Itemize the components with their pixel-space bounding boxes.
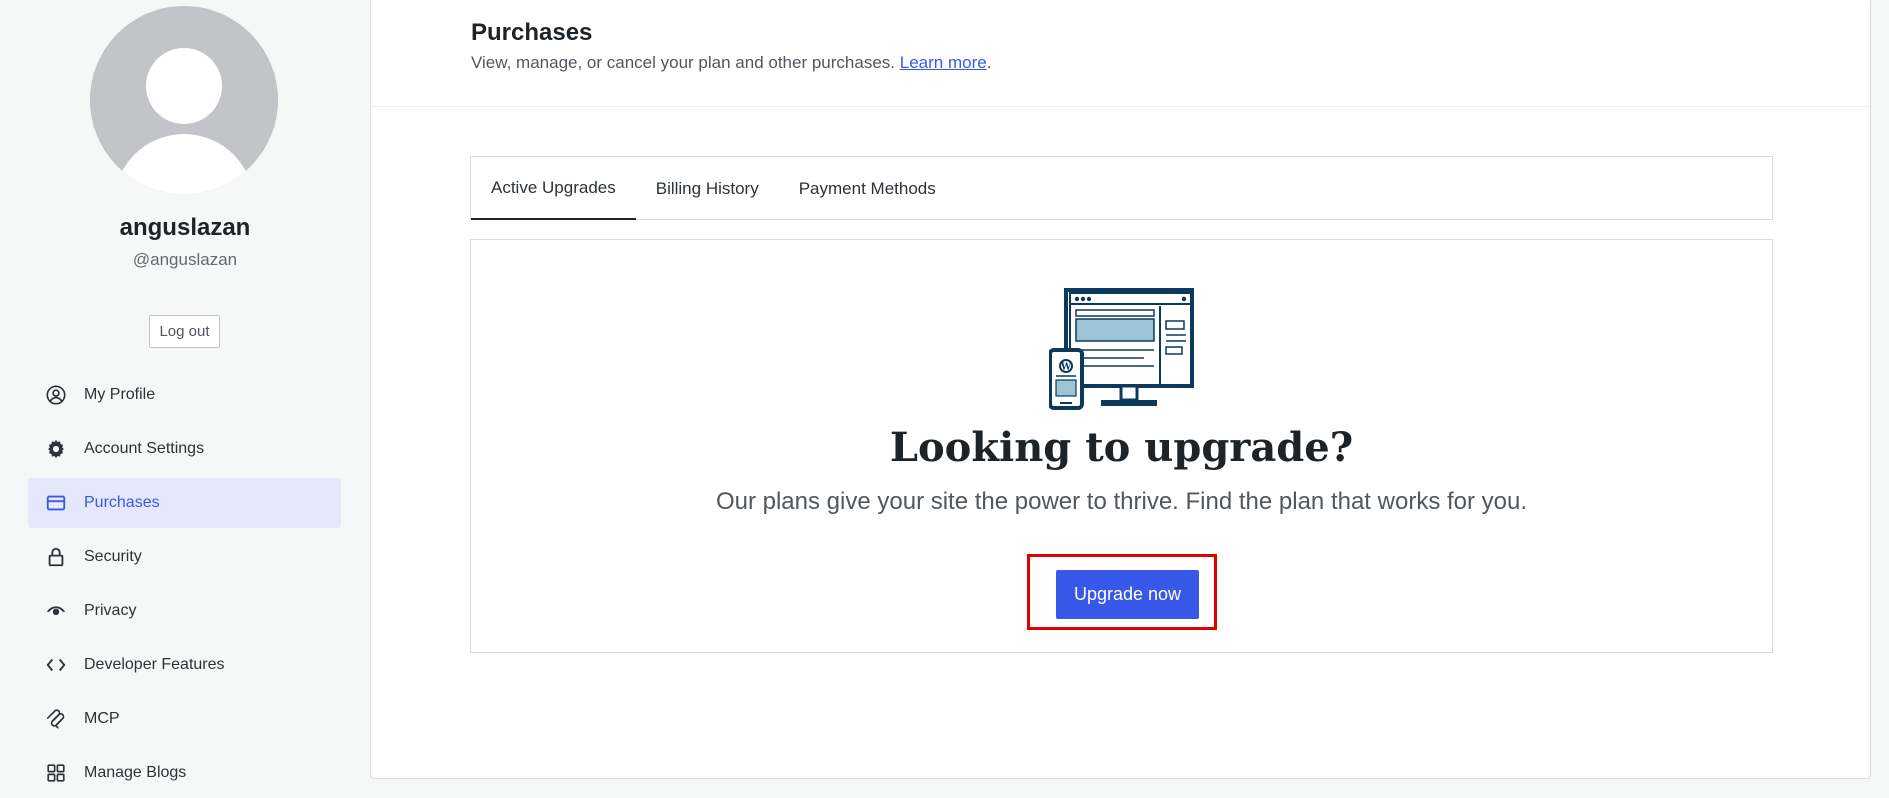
sidebar: anguslazan @anguslazan Log out My Profil… bbox=[0, 0, 370, 798]
svg-text:W: W bbox=[1060, 363, 1072, 373]
tab-payment-methods[interactable]: Payment Methods bbox=[779, 157, 956, 220]
sidebar-item-security[interactable]: Security bbox=[28, 532, 341, 582]
tab-active-upgrades[interactable]: Active Upgrades bbox=[471, 157, 636, 220]
learn-more-link[interactable]: Learn more bbox=[900, 53, 987, 72]
sidebar-item-label: My Profile bbox=[84, 386, 156, 403]
sidebar-item-my-profile[interactable]: My Profile bbox=[28, 370, 341, 420]
main-panel: Purchases View, manage, or cancel your p… bbox=[370, 0, 1871, 779]
mcp-icon bbox=[44, 707, 68, 731]
app: anguslazan @anguslazan Log out My Profil… bbox=[0, 0, 1889, 798]
sidebar-item-label: Manage Blogs bbox=[84, 764, 187, 781]
gear-icon bbox=[44, 437, 68, 461]
credit-card-icon bbox=[44, 491, 68, 515]
page-title: Purchases bbox=[471, 19, 593, 46]
avatar-head bbox=[146, 48, 222, 124]
sidebar-item-manage-blogs[interactable]: Manage Blogs bbox=[28, 748, 341, 798]
eye-icon bbox=[44, 599, 68, 623]
upgrade-now-button[interactable]: Upgrade now bbox=[1056, 570, 1199, 619]
sidebar-item-label: Developer Features bbox=[84, 656, 225, 673]
avatar-body bbox=[114, 134, 254, 194]
lock-icon bbox=[44, 545, 68, 569]
avatar[interactable] bbox=[90, 6, 278, 194]
username: @anguslazan bbox=[132, 250, 238, 269]
sidebar-item-label: MCP bbox=[84, 710, 120, 727]
page-subtitle: View, manage, or cancel your plan and ot… bbox=[471, 53, 991, 73]
page-subtitle-text: View, manage, or cancel your plan and ot… bbox=[471, 53, 896, 72]
sidebar-nav: My Profile Account Settings Purchases Se… bbox=[28, 370, 341, 798]
sidebar-item-purchases[interactable]: Purchases bbox=[28, 478, 341, 528]
sidebar-item-mcp[interactable]: MCP bbox=[28, 694, 341, 744]
sidebar-item-account-settings[interactable]: Account Settings bbox=[28, 424, 341, 474]
sidebar-item-label: Account Settings bbox=[84, 440, 205, 457]
display-name: anguslazan bbox=[119, 214, 251, 241]
sidebar-item-privacy[interactable]: Privacy bbox=[28, 586, 341, 636]
upgrade-subtitle: Our plans give your site the power to th… bbox=[715, 488, 1528, 515]
upgrade-title: Looking to upgrade? bbox=[889, 424, 1354, 471]
subtitle-period: . bbox=[986, 53, 992, 72]
sidebar-item-label: Security bbox=[84, 548, 142, 565]
logout-button[interactable]: Log out bbox=[149, 315, 220, 348]
devices-illustration-icon: W bbox=[1049, 288, 1194, 410]
page-header: Purchases View, manage, or cancel your p… bbox=[371, 0, 1870, 107]
sidebar-item-label: Privacy bbox=[84, 602, 137, 619]
grid-icon bbox=[44, 761, 68, 785]
tab-billing-history[interactable]: Billing History bbox=[636, 157, 779, 220]
user-circle-icon bbox=[44, 383, 68, 407]
upgrade-card: W Looking to upgrade? Our plans give you… bbox=[470, 239, 1773, 653]
sidebar-item-label: Purchases bbox=[84, 494, 160, 511]
purchases-tabs: Active Upgrades Billing History Payment … bbox=[470, 156, 1773, 220]
code-icon bbox=[44, 653, 68, 677]
sidebar-item-developer-features[interactable]: Developer Features bbox=[28, 640, 341, 690]
